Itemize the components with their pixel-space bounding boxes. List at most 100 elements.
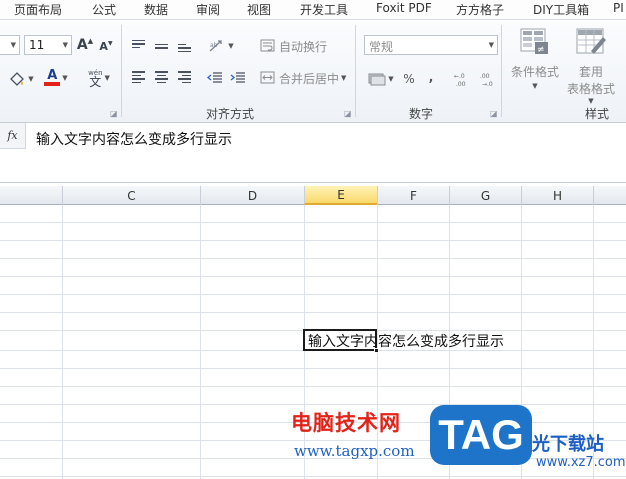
phonetic-button[interactable]: wén 文 ▼ bbox=[84, 67, 114, 89]
column-header-f[interactable]: F bbox=[377, 186, 449, 205]
grow-font-icon: ▲ bbox=[87, 37, 94, 45]
column-header-h[interactable]: H bbox=[521, 186, 593, 205]
decrease-indent-button[interactable] bbox=[206, 70, 224, 84]
tab-view[interactable]: 视图 bbox=[247, 1, 271, 18]
fill-color-button[interactable]: ▼ bbox=[6, 69, 36, 89]
grid-line bbox=[0, 276, 626, 277]
column-header-d[interactable]: D bbox=[200, 186, 304, 205]
align-right-button[interactable] bbox=[176, 70, 192, 84]
font-size-combo[interactable]: 11 ▼ bbox=[24, 35, 72, 55]
percent-button[interactable]: % bbox=[400, 70, 418, 88]
format-as-table-button[interactable]: 套用 表格格式 ▼ bbox=[566, 27, 616, 107]
chevron-down-icon: ▼ bbox=[104, 74, 110, 82]
merge-center-label: 合并后居中 bbox=[279, 71, 340, 86]
tab-data[interactable]: 数据 bbox=[144, 1, 168, 18]
watermark-title: 电脑技术网 bbox=[291, 411, 401, 435]
decrease-decimal-icon: .00→.0 bbox=[480, 73, 493, 87]
align-bottom-icon bbox=[177, 43, 191, 53]
align-middle-button[interactable] bbox=[153, 39, 169, 53]
font-name-combo[interactable]: ▼ bbox=[0, 35, 20, 55]
column-header-row: C D E F G H bbox=[0, 186, 626, 205]
tag-logo: TAG bbox=[430, 405, 532, 465]
tab-diy-toolbox[interactable]: DIY工具箱 bbox=[533, 1, 589, 18]
formula-bar: fx 输入文字内容怎么变成多行显示 bbox=[0, 123, 626, 183]
currency-icon bbox=[368, 73, 386, 86]
shrink-font-button[interactable]: A ▼ bbox=[98, 38, 114, 54]
tab-formulas[interactable]: 公式 bbox=[92, 1, 116, 18]
tab-developer[interactable]: 开发工具 bbox=[300, 1, 348, 18]
insert-function-button[interactable]: fx bbox=[0, 123, 26, 149]
tab-page-layout[interactable]: 页面布局 bbox=[14, 1, 62, 18]
comma-button[interactable]: , bbox=[424, 68, 438, 86]
excel-window: 页面布局 公式 数据 审阅 视图 开发工具 Foxit PDF 方方格子 DIY… bbox=[0, 0, 626, 479]
increase-decimal-icon: ←.0.00 bbox=[454, 73, 466, 87]
align-top-icon bbox=[131, 39, 145, 49]
font-dialog-launcher-icon[interactable]: ◪ bbox=[110, 109, 118, 118]
formula-input[interactable]: 输入文字内容怎么变成多行显示 bbox=[36, 129, 232, 149]
align-center-icon bbox=[154, 71, 168, 83]
alignment-dialog-launcher-icon[interactable]: ◪ bbox=[344, 109, 352, 118]
tab-review[interactable]: 审阅 bbox=[196, 1, 220, 18]
merge-center-button[interactable]: 合并后居中 ▼ bbox=[260, 69, 350, 87]
ribbon: ▼ 11 ▼ A ▲ A ▼ ▼ A ▼ wén 文 ▼ ◪ ab ▼ 自动换行… bbox=[0, 21, 626, 123]
grid-line bbox=[0, 294, 626, 295]
paint-bucket-icon bbox=[10, 72, 25, 86]
grid-line bbox=[0, 222, 626, 223]
wrap-text-icon bbox=[260, 39, 275, 52]
grow-font-glyph: A bbox=[76, 37, 88, 53]
font-color-button[interactable]: A ▼ bbox=[40, 67, 72, 89]
align-center-button[interactable] bbox=[153, 70, 169, 84]
number-dialog-launcher-icon[interactable]: ◪ bbox=[490, 109, 498, 118]
increase-indent-button[interactable] bbox=[229, 70, 247, 84]
fx-icon: fx bbox=[7, 129, 18, 142]
column-header-i-partial[interactable] bbox=[593, 186, 626, 205]
format-as-table-label-1: 套用 bbox=[578, 65, 603, 79]
text-orientation-icon: ab bbox=[209, 40, 222, 52]
column-header-b-partial[interactable] bbox=[0, 186, 62, 205]
percent-glyph: % bbox=[403, 72, 415, 86]
watermark-site-url: www.xz7.com bbox=[536, 455, 626, 470]
column-header-e[interactable]: E bbox=[304, 186, 377, 205]
number-format-value: 常规 bbox=[369, 40, 394, 54]
chevron-down-icon: ▼ bbox=[28, 75, 34, 83]
tab-pi[interactable]: PI bbox=[613, 1, 624, 15]
merge-cells-icon bbox=[260, 71, 275, 84]
increase-decimal-button[interactable]: ←.0.00 bbox=[452, 69, 474, 89]
conditional-format-label: 条件格式 bbox=[510, 65, 559, 79]
align-right-icon bbox=[177, 71, 191, 83]
grow-font-button[interactable]: A ▲ bbox=[76, 36, 94, 54]
grid-line bbox=[200, 205, 201, 479]
grid-line bbox=[0, 312, 626, 313]
font-color-swatch bbox=[44, 82, 61, 86]
align-left-button[interactable] bbox=[130, 70, 146, 84]
phonetic-glyph: 文 bbox=[89, 75, 102, 89]
group-separator bbox=[121, 25, 122, 117]
column-header-c[interactable]: C bbox=[62, 186, 200, 205]
chevron-down-icon: ▼ bbox=[588, 97, 594, 105]
format-as-table-icon bbox=[576, 28, 606, 54]
group-separator bbox=[501, 25, 502, 117]
wrap-text-label: 自动换行 bbox=[279, 39, 328, 54]
increase-indent-icon bbox=[230, 71, 245, 83]
svg-text:.00: .00 bbox=[456, 81, 466, 87]
svg-text:←.0: ←.0 bbox=[454, 73, 465, 80]
align-bottom-button[interactable] bbox=[176, 41, 192, 55]
shrink-font-icon: ▼ bbox=[107, 39, 113, 47]
wrap-text-button[interactable]: 自动换行 bbox=[260, 37, 334, 55]
accounting-format-button[interactable]: ▼ bbox=[366, 70, 396, 88]
shrink-font-glyph: A bbox=[99, 39, 108, 53]
align-top-button[interactable] bbox=[130, 37, 146, 51]
grid-line bbox=[62, 205, 63, 479]
alignment-group-label: 对齐方式 bbox=[206, 107, 255, 121]
svg-text:≠: ≠ bbox=[537, 45, 545, 55]
tag-logo-text: TAG bbox=[438, 411, 524, 458]
conditional-format-button[interactable]: ≠ 条件格式 ▼ bbox=[506, 27, 564, 107]
tab-fangfang-gezi[interactable]: 方方格子 bbox=[456, 1, 504, 18]
decrease-decimal-button[interactable]: .00 →.0 bbox=[478, 69, 500, 89]
number-group-label: 数字 bbox=[409, 107, 434, 121]
column-header-g[interactable]: G bbox=[449, 186, 521, 205]
tab-foxit-pdf[interactable]: Foxit PDF bbox=[376, 1, 432, 15]
orientation-button[interactable]: ab ▼ bbox=[206, 37, 236, 55]
number-format-combo[interactable]: 常规 ▼ bbox=[364, 35, 498, 55]
grid-line bbox=[0, 240, 626, 241]
